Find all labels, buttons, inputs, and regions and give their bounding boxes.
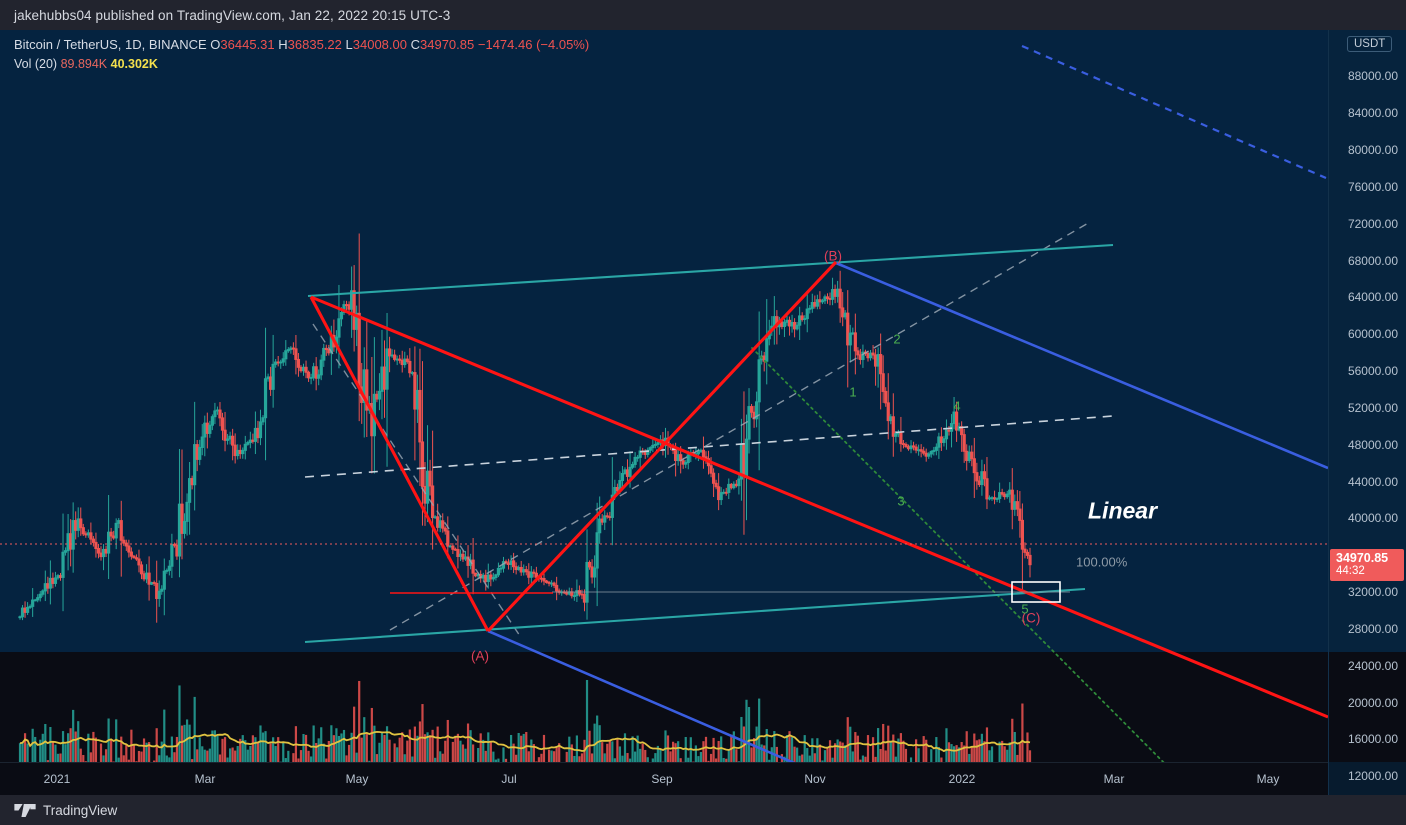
- price-tick-label: 72000.00: [1347, 216, 1398, 231]
- teal-upper-trendline[interactable]: [307, 243, 1114, 298]
- time-tick-label: Sep: [651, 772, 673, 786]
- price-scale[interactable]: USDT 88000.00 84000.00 80000.00 76000.00 720…: [1328, 30, 1406, 795]
- blue-dashed-upper-trendline[interactable]: [1021, 44, 1327, 180]
- currency-badge[interactable]: USDT: [1347, 36, 1393, 52]
- tradingview-logo-text: TradingView: [43, 802, 118, 818]
- price-tick-label: 40000.00: [1347, 511, 1398, 526]
- price-tick-label: 84000.00: [1347, 106, 1398, 121]
- publisher-bar: jakehubbs04 published on TradingView.com…: [0, 0, 1406, 30]
- tradingview-chart-screenshot: jakehubbs04 published on TradingView.com…: [0, 0, 1406, 825]
- green-dotted-upper-line[interactable]: [751, 347, 1193, 762]
- time-tick-label: May: [1256, 772, 1280, 786]
- time-scale[interactable]: 2021 Mar May Jul Sep Nov 2022 Mar May: [0, 762, 1328, 795]
- chart-frame: (A) (B) (C) 1 2 3 4 5 100.00% Linear Bit…: [0, 30, 1406, 795]
- blue-rising-trendline[interactable]: [487, 629, 880, 762]
- price-tick-label: 76000.00: [1347, 179, 1398, 194]
- price-pane[interactable]: (A) (B) (C) 1 2 3 4 5 100.00% Linear: [0, 30, 1328, 762]
- price-tick-label: 88000.00: [1347, 69, 1398, 84]
- price-tick-label: 28000.00: [1347, 621, 1398, 636]
- red-descending-major-trendline[interactable]: [310, 295, 1328, 719]
- price-tick-label: 80000.00: [1347, 143, 1398, 158]
- chart-drawings-layer[interactable]: [0, 30, 1328, 762]
- price-tick-label: 16000.00: [1347, 732, 1398, 747]
- red-wave-a-down[interactable]: [309, 296, 490, 632]
- time-tick-label: 2021: [43, 772, 71, 786]
- teal-lower-trendline[interactable]: [304, 587, 1086, 644]
- price-tick-label: 68000.00: [1347, 253, 1398, 268]
- price-tick-label: 12000.00: [1347, 769, 1398, 784]
- price-tick-label: 64000.00: [1347, 290, 1398, 305]
- time-tick-label: May: [345, 772, 369, 786]
- publisher-text: jakehubbs04 published on TradingView.com…: [14, 7, 451, 23]
- price-tick-label: 56000.00: [1347, 364, 1398, 379]
- time-tick-label: Jul: [501, 772, 517, 786]
- price-tick-label: 20000.00: [1347, 695, 1398, 710]
- bar-countdown: 44:32: [1336, 564, 1365, 577]
- time-tick-label: Mar: [1103, 772, 1125, 786]
- current-price-badge[interactable]: 34970.85 44:32: [1330, 548, 1404, 581]
- time-tick-label: 2022: [948, 772, 976, 786]
- bottom-bar: TradingView: [0, 795, 1406, 825]
- white-dashed-lower-line[interactable]: [304, 415, 1114, 478]
- blue-descending-trendline[interactable]: [835, 261, 1328, 470]
- time-tick-label: Nov: [804, 772, 826, 786]
- price-tick-label: 60000.00: [1347, 327, 1398, 342]
- current-price-value: 34970.85: [1336, 550, 1389, 565]
- tradingview-logo-icon: [14, 803, 36, 817]
- price-tick-label: 24000.00: [1347, 658, 1398, 673]
- price-tick-label: 32000.00: [1347, 585, 1398, 600]
- tradingview-logo[interactable]: TradingView: [0, 803, 117, 818]
- time-tick-label: Mar: [194, 772, 216, 786]
- red-wave-b-up[interactable]: [486, 260, 838, 633]
- price-tick-label: 52000.00: [1347, 400, 1398, 415]
- price-tick-label: 44000.00: [1347, 474, 1398, 489]
- price-tick-label: 48000.00: [1347, 437, 1398, 452]
